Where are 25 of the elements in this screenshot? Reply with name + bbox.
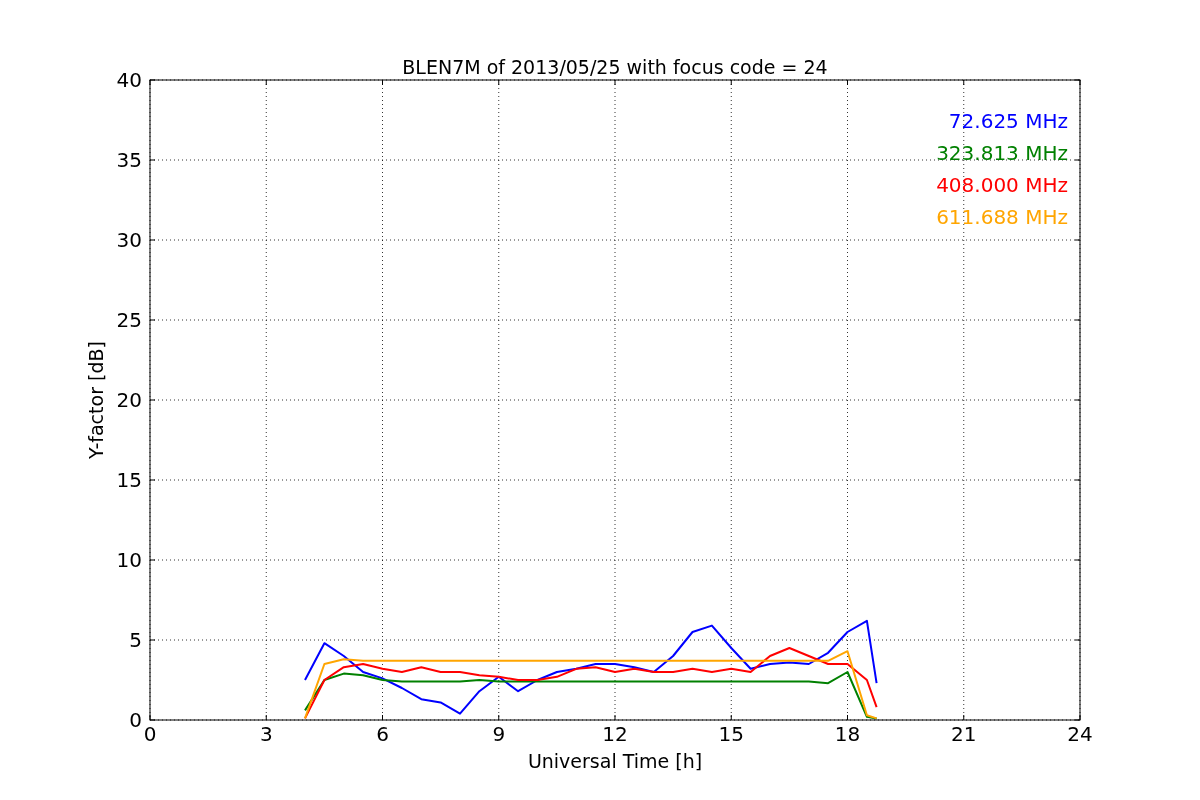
x-tick-label: 15: [718, 722, 744, 746]
x-tick-label: 24: [1067, 722, 1093, 746]
legend-label: 408.000 MHz: [936, 173, 1068, 197]
x-tick-label: 18: [834, 722, 861, 746]
x-axis-label: Universal Time [h]: [527, 750, 703, 772]
y-tick-label: 20: [116, 388, 142, 412]
x-tick-label: 12: [602, 722, 628, 746]
legend-label: 323.813 MHz: [936, 141, 1068, 165]
y-tick-label: 10: [116, 548, 142, 572]
y-tick-label: 40: [116, 68, 142, 92]
x-tick-label: 3: [259, 722, 273, 746]
legend-label: 72.625 MHz: [948, 109, 1068, 133]
y-tick-label: 35: [116, 148, 142, 172]
x-tick-label: 6: [376, 722, 389, 746]
x-tick-label: 9: [492, 722, 506, 746]
y-tick-label: 0: [129, 708, 142, 732]
x-tick-label: 0: [143, 722, 157, 746]
y-tick-label: 30: [116, 228, 142, 252]
chart-title: BLEN7M of 2013/05/25 with focus code = 24: [402, 56, 828, 78]
y-tick-label: 5: [129, 628, 142, 652]
x-tick-label: 21: [951, 722, 977, 746]
legend-label: 611.688 MHz: [936, 205, 1068, 229]
y-tick-label: 25: [116, 308, 142, 332]
y-axis-label: Y-factor [dB]: [85, 341, 107, 459]
y-tick-label: 15: [116, 468, 142, 492]
